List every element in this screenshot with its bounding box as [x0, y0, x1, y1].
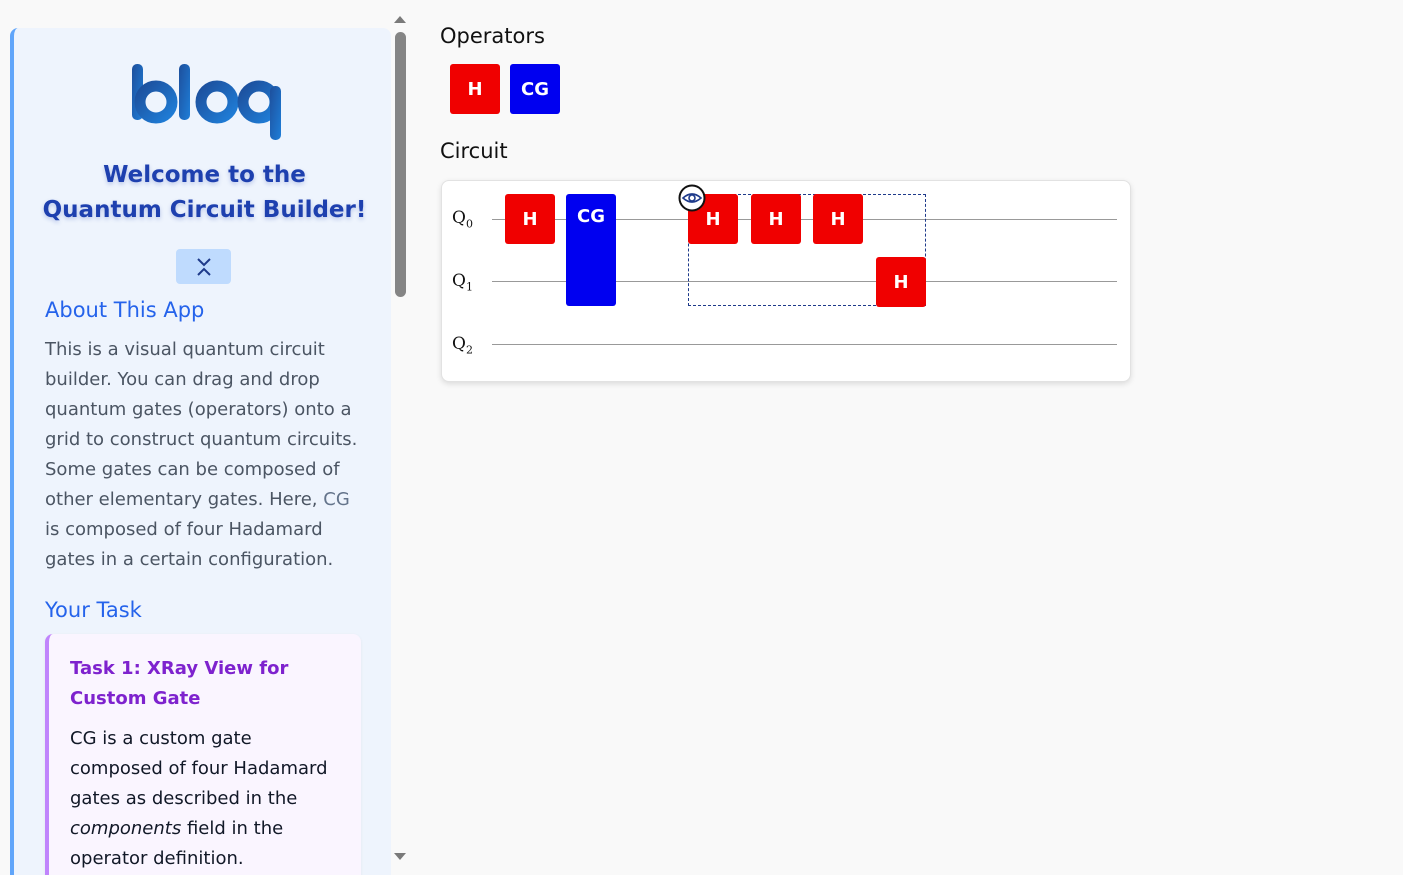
sidebar: Welcome to the Quantum Circuit Builder! …: [10, 28, 391, 875]
circuit-heading: Circuit: [440, 139, 508, 163]
about-text-part-1: This is a visual quantum circuit builder…: [45, 339, 358, 510]
qubit-wire-2: [492, 344, 1117, 345]
about-gate-name: CG: [323, 489, 350, 510]
operator-cg[interactable]: CG: [510, 64, 560, 114]
scroll-down-arrow-icon[interactable]: [394, 853, 406, 860]
welcome-heading: Welcome to the Quantum Circuit Builder!: [14, 158, 391, 228]
welcome-line-1: Welcome to the: [103, 162, 306, 188]
qubit-label-0: Q0: [452, 208, 473, 230]
operator-h[interactable]: H: [450, 64, 500, 114]
xray-gate-h[interactable]: H: [876, 257, 926, 307]
scroll-thumb[interactable]: [395, 32, 406, 297]
qubit-index-0: 0: [465, 217, 473, 231]
xray-gate-h[interactable]: H: [751, 194, 801, 244]
welcome-line-2: Quantum Circuit Builder!: [42, 197, 367, 223]
qubit-name-2: Q: [452, 334, 466, 354]
circuit-gate-h[interactable]: H: [505, 194, 555, 244]
eye-icon[interactable]: [678, 184, 706, 212]
circuit-canvas[interactable]: Q0 Q1 Q2 H CG H H H H: [441, 180, 1131, 382]
your-task-title: Your Task: [45, 598, 142, 622]
about-title: About This App: [45, 298, 205, 322]
bloq-logo: [132, 64, 281, 140]
qubit-index-2: 2: [465, 343, 473, 357]
task-description: CG is a custom gate composed of four Had…: [70, 724, 341, 874]
chevrons-collapse-icon: [196, 257, 211, 276]
task-text-emphasis: components: [70, 818, 182, 839]
circuit-gate-cg[interactable]: CG: [566, 194, 616, 306]
scroll-up-arrow-icon[interactable]: [394, 16, 406, 23]
sidebar-scrollbar[interactable]: [392, 10, 409, 865]
qubit-label-2: Q2: [452, 334, 473, 356]
task-text-part-1: CG is a custom gate composed of four Had…: [70, 728, 328, 809]
qubit-name-1: Q: [452, 271, 466, 291]
about-text: This is a visual quantum circuit builder…: [45, 335, 365, 575]
task-title: Task 1: XRay View for Custom Gate: [70, 658, 289, 709]
qubit-name-0: Q: [452, 208, 466, 228]
qubit-index-1: 1: [465, 280, 473, 294]
task-card: Task 1: XRay View for Custom Gate CG is …: [45, 634, 361, 875]
operators-heading: Operators: [440, 24, 545, 48]
about-text-part-2: is composed of four Hadamard gates in a …: [45, 519, 334, 570]
xray-gate-h[interactable]: H: [813, 194, 863, 244]
qubit-label-1: Q1: [452, 271, 473, 293]
collapse-button[interactable]: [176, 249, 231, 284]
